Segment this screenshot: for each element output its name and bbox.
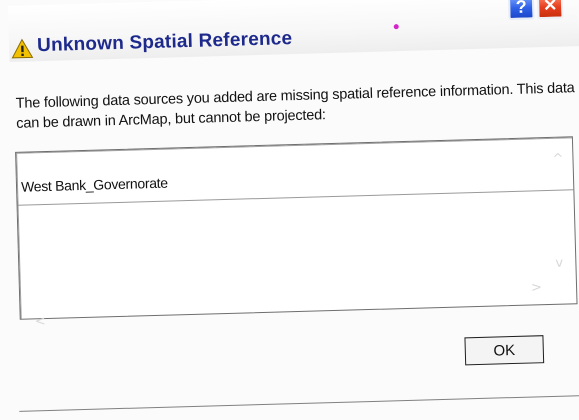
help-icon: ? — [515, 0, 527, 17]
title-bar[interactable]: Unknown Spatial Reference ? ✕ — [8, 0, 579, 62]
warning-triangle-icon — [11, 38, 34, 59]
scroll-down-icon[interactable]: v — [555, 256, 563, 271]
list-item[interactable]: West Bank_Governorate — [21, 175, 168, 195]
mouse-pointer-dot — [393, 24, 399, 30]
screenshot-stage: Unknown Spatial Reference ? ✕ The follow… — [0, 0, 579, 420]
scroll-left-icon[interactable]: < — [35, 314, 46, 329]
scroll-right-icon[interactable]: > — [531, 280, 542, 295]
ok-button[interactable]: OK — [464, 335, 545, 366]
close-icon: ✕ — [542, 0, 558, 16]
help-button[interactable]: ? — [507, 0, 535, 21]
dialog-bottom-border — [19, 394, 579, 412]
message-text: The following data sources you added are… — [15, 80, 575, 132]
dialog-title: Unknown Spatial Reference — [36, 28, 293, 57]
unknown-spatial-reference-dialog: Unknown Spatial Reference ? ✕ The follow… — [8, 0, 579, 420]
data-sources-list[interactable]: West Bank_Governorate ^ v > < — [15, 136, 578, 329]
close-button[interactable]: ✕ — [536, 0, 564, 20]
scroll-up-icon[interactable]: ^ — [552, 152, 563, 167]
